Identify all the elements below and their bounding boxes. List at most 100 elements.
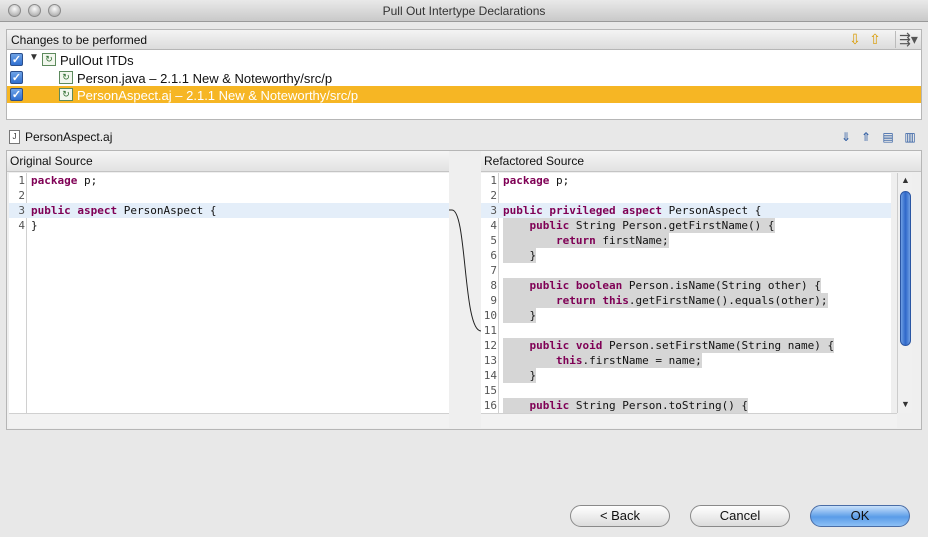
code-line: 7 <box>481 263 891 278</box>
refactoring-icon: ↻ <box>42 53 56 66</box>
changes-tree: ✓ ▼ ↻ PullOut ITDs ✓ ↻ Person.java – 2.1… <box>6 50 922 120</box>
line-code: } <box>503 248 537 263</box>
code-line: 6 } <box>481 248 891 263</box>
code-line: 11 <box>481 323 891 338</box>
line-number: 2 <box>490 189 497 202</box>
code-line: 2 <box>9 188 449 203</box>
line-code: public privileged aspect PersonAspect { <box>503 204 762 217</box>
compare-file-bar: J PersonAspect.aj ⇓ ⇑ ▤ ▥ <box>6 127 922 149</box>
refactored-source-label: Refactored Source <box>484 154 585 168</box>
tree-item-personaspect-aj[interactable]: ✓ ↻ PersonAspect.aj – 2.1.1 New & Notewo… <box>7 86 921 103</box>
line-code: } <box>31 219 38 232</box>
refactored-vertical-scrollbar[interactable]: ▲ ▼ <box>897 173 912 413</box>
line-number: 4 <box>18 219 25 232</box>
line-number: 10 <box>483 309 497 322</box>
aj-file-icon: J <box>9 130 20 144</box>
scroll-up-arrow-icon[interactable]: ▲ <box>900 175 911 185</box>
file-change-icon: ↻ <box>59 88 73 101</box>
file-change-icon: ↻ <box>59 71 73 84</box>
line-code: return firstName; <box>503 233 669 248</box>
line-number: 2 <box>18 189 25 202</box>
line-number: 3 <box>490 204 497 217</box>
code-line: 2 <box>481 188 891 203</box>
expand-triangle-icon[interactable]: ▼ <box>29 52 39 63</box>
line-code: package p; <box>31 174 98 187</box>
arrow-down-icon[interactable]: ⇩ <box>847 31 863 48</box>
code-line: 8 public boolean Person.isName(String ot… <box>481 278 891 293</box>
next-change-icon[interactable]: ▤ <box>880 129 896 145</box>
code-line: 12 public void Person.setFirstName(Strin… <box>481 338 891 353</box>
tree-item-label: PullOut ITDs <box>60 53 134 68</box>
original-source-editor[interactable]: 1 package p; 2 3 public aspect PersonAspect … <box>9 173 449 413</box>
code-line: 5 return firstName; <box>481 233 891 248</box>
scroll-down-arrow-icon[interactable]: ▼ <box>900 399 911 409</box>
compare-viewer: Original Source Refactored Source 1 packa… <box>6 150 922 430</box>
line-number: 14 <box>483 369 497 382</box>
line-number: 13 <box>483 354 497 367</box>
line-number: 3 <box>18 204 25 217</box>
changes-header-label: Changes to be performed <box>11 33 148 47</box>
line-number: 5 <box>490 234 497 247</box>
diff-connector <box>449 209 481 332</box>
tree-item-label: PersonAspect.aj – 2.1.1 New & Noteworthy… <box>77 88 359 103</box>
code-line: 4 public String Person.getFirstName() { <box>481 218 891 233</box>
refactored-source-header: Refactored Source <box>481 151 921 172</box>
line-number: 9 <box>490 294 497 307</box>
code-line: 3 public privileged aspect PersonAspect { <box>481 203 891 218</box>
line-number: 12 <box>483 339 497 352</box>
line-number: 6 <box>490 249 497 262</box>
line-code: package p; <box>503 174 570 187</box>
title-bar: Pull Out Intertype Declarations <box>0 0 928 22</box>
compare-file-name: PersonAspect.aj <box>25 130 113 144</box>
line-number: 4 <box>490 219 497 232</box>
code-line: 15 <box>481 383 891 398</box>
tree-item-person-java[interactable]: ✓ ↻ Person.java – 2.1.1 New & Noteworthy… <box>7 69 921 86</box>
changes-header: Changes to be performed ⇩ ⇧ ⇶▾ <box>6 29 922 50</box>
refactored-horizontal-scrollbar[interactable] <box>481 413 897 428</box>
checkbox[interactable]: ✓ <box>10 71 23 84</box>
arrow-up-icon[interactable]: ⇧ <box>867 31 883 48</box>
line-code: public String Person.toString() { <box>503 398 749 413</box>
code-line: 16 public String Person.toString() { <box>481 398 891 413</box>
next-difference-icon[interactable]: ⇓ <box>838 129 854 145</box>
tree-item-pullout-itds[interactable]: ✓ ▼ ↻ PullOut ITDs <box>7 51 921 68</box>
tree-item-label: Person.java – 2.1.1 New & Noteworthy/src… <box>77 71 333 86</box>
code-line: 10 } <box>481 308 891 323</box>
filter-menu-icon[interactable]: ⇶▾ <box>895 31 921 48</box>
line-number: 7 <box>490 264 497 277</box>
checkbox[interactable]: ✓ <box>10 88 23 101</box>
back-button[interactable]: < Back <box>570 505 670 527</box>
cancel-button[interactable]: Cancel <box>690 505 790 527</box>
code-line: 4} <box>9 218 449 233</box>
original-source-header: Original Source <box>7 151 449 172</box>
line-code: public boolean Person.isName(String othe… <box>503 278 821 293</box>
window-title: Pull Out Intertype Declarations <box>382 4 546 18</box>
original-horizontal-scrollbar[interactable] <box>9 413 449 428</box>
previous-change-icon[interactable]: ▥ <box>902 129 918 145</box>
line-number: 16 <box>483 399 497 412</box>
code-line: 9 return this.getFirstName().equals(othe… <box>481 293 891 308</box>
line-number: 1 <box>18 174 25 187</box>
line-code: public aspect PersonAspect { <box>31 204 217 217</box>
line-code: public void Person.setFirstName(String n… <box>503 338 835 353</box>
line-code: public String Person.getFirstName() { <box>503 218 775 233</box>
line-code: this.firstName = name; <box>503 353 702 368</box>
line-number: 8 <box>490 279 497 292</box>
line-code: } <box>503 368 537 383</box>
previous-difference-icon[interactable]: ⇑ <box>858 129 874 145</box>
ok-button[interactable]: OK <box>810 505 910 527</box>
code-line: 14 } <box>481 368 891 383</box>
line-code: return this.getFirstName().equals(other)… <box>503 293 828 308</box>
checkbox[interactable]: ✓ <box>10 53 23 66</box>
code-line: 1 package p; <box>9 173 449 188</box>
code-line: 1 package p; <box>481 173 891 188</box>
code-line: 13 this.firstName = name; <box>481 353 891 368</box>
line-number: 1 <box>490 174 497 187</box>
original-source-label: Original Source <box>10 154 93 168</box>
line-number: 15 <box>483 384 497 397</box>
code-line: 3 public aspect PersonAspect { <box>9 203 449 218</box>
line-code: } <box>503 308 537 323</box>
line-number: 11 <box>483 324 497 337</box>
refactored-source-editor[interactable]: 1 package p; 2 3 public privileged aspect Pe… <box>481 173 891 413</box>
scroll-thumb[interactable] <box>900 191 911 346</box>
